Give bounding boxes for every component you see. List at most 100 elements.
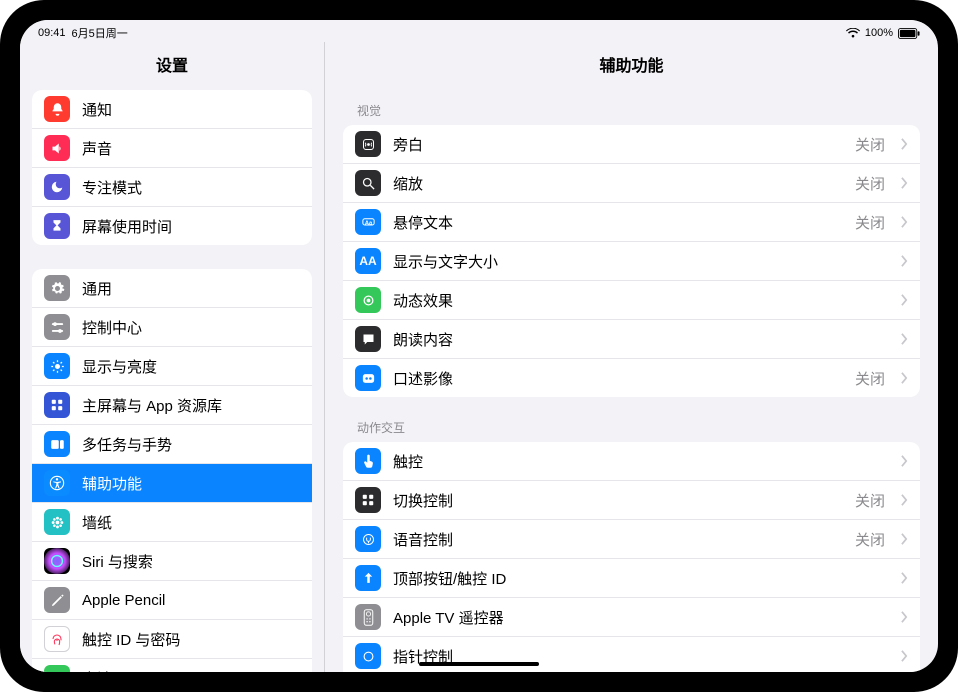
sidebar-item-label: 专注模式 xyxy=(82,177,142,198)
sidebar-item-control-center[interactable]: 控制中心 xyxy=(32,308,312,347)
section-header-motor: 动作交互 xyxy=(343,407,920,442)
sidebar-item-touchid[interactable]: 触控 ID 与密码 xyxy=(32,620,312,659)
sidebar-group-1: 通知 声音 专注模式 屏幕使用时间 xyxy=(32,90,312,245)
sidebar-item-label: 辅助功能 xyxy=(82,473,142,494)
row-pointer-control[interactable]: 指针控制 xyxy=(343,637,920,672)
row-label: 显示与文字大小 xyxy=(393,251,885,272)
textsize-icon: AA xyxy=(355,248,381,274)
sidebar-item-accessibility[interactable]: 辅助功能 xyxy=(32,464,312,503)
row-label: 旁白 xyxy=(393,134,843,155)
home-indicator[interactable] xyxy=(419,662,539,666)
sidebar-item-general[interactable]: 通用 xyxy=(32,269,312,308)
content-scroll[interactable]: 视觉 旁白 关闭 缩放 关闭 xyxy=(325,90,938,672)
row-voiceover[interactable]: 旁白 关闭 xyxy=(343,125,920,164)
chevron-right-icon xyxy=(901,611,908,623)
chevron-right-icon xyxy=(901,650,908,662)
section-header-vision: 视觉 xyxy=(343,90,920,125)
row-value: 关闭 xyxy=(855,173,885,194)
sidebar-item-label: 电池 xyxy=(82,668,112,673)
sidebar-item-label: 主屏幕与 App 资源库 xyxy=(82,395,222,416)
sidebar-item-label: 多任务与手势 xyxy=(82,434,172,455)
brightness-icon xyxy=(44,353,70,379)
sidebar-item-sound[interactable]: 声音 xyxy=(32,129,312,168)
row-value: 关闭 xyxy=(855,134,885,155)
bell-icon xyxy=(44,96,70,122)
sidebar-item-homescreen[interactable]: 主屏幕与 App 资源库 xyxy=(32,386,312,425)
svg-text:Aa: Aa xyxy=(364,220,372,226)
chevron-right-icon xyxy=(901,255,908,267)
row-label: 缩放 xyxy=(393,173,843,194)
status-date: 6月5日周一 xyxy=(72,25,128,41)
motion-icon xyxy=(355,287,381,313)
row-display-text-size[interactable]: AA 显示与文字大小 xyxy=(343,242,920,281)
chevron-right-icon xyxy=(901,294,908,306)
accessibility-icon xyxy=(44,470,70,496)
sidebar-title: 设置 xyxy=(20,42,324,90)
speaker-icon xyxy=(44,135,70,161)
voice-control-icon xyxy=(355,526,381,552)
row-hover-text[interactable]: Aa 悬停文本 关闭 xyxy=(343,203,920,242)
battery-icon xyxy=(898,28,920,39)
siri-icon xyxy=(44,548,70,574)
row-value: 关闭 xyxy=(855,368,885,389)
grid-icon xyxy=(44,392,70,418)
sidebar-item-multitasking[interactable]: 多任务与手势 xyxy=(32,425,312,464)
row-label: 口述影像 xyxy=(393,368,843,389)
row-label: 朗读内容 xyxy=(393,329,885,350)
sidebar-item-focus[interactable]: 专注模式 xyxy=(32,168,312,207)
row-audio-description[interactable]: 口述影像 关闭 xyxy=(343,359,920,397)
chevron-right-icon xyxy=(901,572,908,584)
row-label: 切换控制 xyxy=(393,490,843,511)
sidebar-item-label: Siri 与搜索 xyxy=(82,551,153,572)
row-value: 关闭 xyxy=(855,212,885,233)
audio-desc-icon xyxy=(355,365,381,391)
voiceover-icon xyxy=(355,131,381,157)
row-value: 关闭 xyxy=(855,490,885,511)
ipad-frame: 09:41 6月5日周一 100% 设置 xyxy=(0,0,958,692)
sidebar-item-notifications[interactable]: 通知 xyxy=(32,90,312,129)
sidebar-item-label: 声音 xyxy=(82,138,112,159)
row-touch[interactable]: 触控 xyxy=(343,442,920,481)
sliders-icon xyxy=(44,314,70,340)
remote-icon xyxy=(355,604,381,630)
chevron-right-icon xyxy=(901,455,908,467)
rectangles-icon xyxy=(44,431,70,457)
sidebar-item-label: 墙纸 xyxy=(82,512,112,533)
status-bar: 09:41 6月5日周一 100% xyxy=(20,20,938,42)
sidebar-item-pencil[interactable]: Apple Pencil xyxy=(32,581,312,620)
status-left: 09:41 6月5日周一 xyxy=(38,25,128,41)
section-vision-list: 旁白 关闭 缩放 关闭 Aa 悬停文本 xyxy=(343,125,920,397)
sidebar-item-label: 触控 ID 与密码 xyxy=(82,629,180,650)
sidebar-scroll[interactable]: 通知 声音 专注模式 屏幕使用时间 xyxy=(20,90,324,672)
row-switch-control[interactable]: 切换控制 关闭 xyxy=(343,481,920,520)
main-area: 设置 通知 声音 专注模式 xyxy=(20,42,938,672)
battery-percent: 100% xyxy=(865,27,893,39)
chevron-right-icon xyxy=(901,138,908,150)
chevron-right-icon xyxy=(901,216,908,228)
chevron-right-icon xyxy=(901,333,908,345)
row-motion[interactable]: 动态效果 xyxy=(343,281,920,320)
chevron-right-icon xyxy=(901,177,908,189)
sidebar-item-screentime[interactable]: 屏幕使用时间 xyxy=(32,207,312,245)
switch-control-icon xyxy=(355,487,381,513)
sidebar: 设置 通知 声音 专注模式 xyxy=(20,42,325,672)
row-spoken-content[interactable]: 朗读内容 xyxy=(343,320,920,359)
content: 辅助功能 视觉 旁白 关闭 缩放 关闭 xyxy=(325,42,938,672)
row-label: 动态效果 xyxy=(393,290,885,311)
row-label: Apple TV 遥控器 xyxy=(393,607,885,628)
chevron-right-icon xyxy=(901,494,908,506)
sidebar-item-wallpaper[interactable]: 墙纸 xyxy=(32,503,312,542)
sidebar-item-display[interactable]: 显示与亮度 xyxy=(32,347,312,386)
sidebar-item-siri[interactable]: Siri 与搜索 xyxy=(32,542,312,581)
top-button-icon xyxy=(355,565,381,591)
hourglass-icon xyxy=(44,213,70,239)
row-label: 触控 xyxy=(393,451,885,472)
row-zoom[interactable]: 缩放 关闭 xyxy=(343,164,920,203)
status-right: 100% xyxy=(846,27,920,39)
row-voice-control[interactable]: 语音控制 关闭 xyxy=(343,520,920,559)
zoom-icon xyxy=(355,170,381,196)
row-top-button-touchid[interactable]: 顶部按钮/触控 ID xyxy=(343,559,920,598)
sidebar-item-battery[interactable]: 电池 xyxy=(32,659,312,672)
screen: 09:41 6月5日周一 100% 设置 xyxy=(20,20,938,672)
row-appletv-remote[interactable]: Apple TV 遥控器 xyxy=(343,598,920,637)
